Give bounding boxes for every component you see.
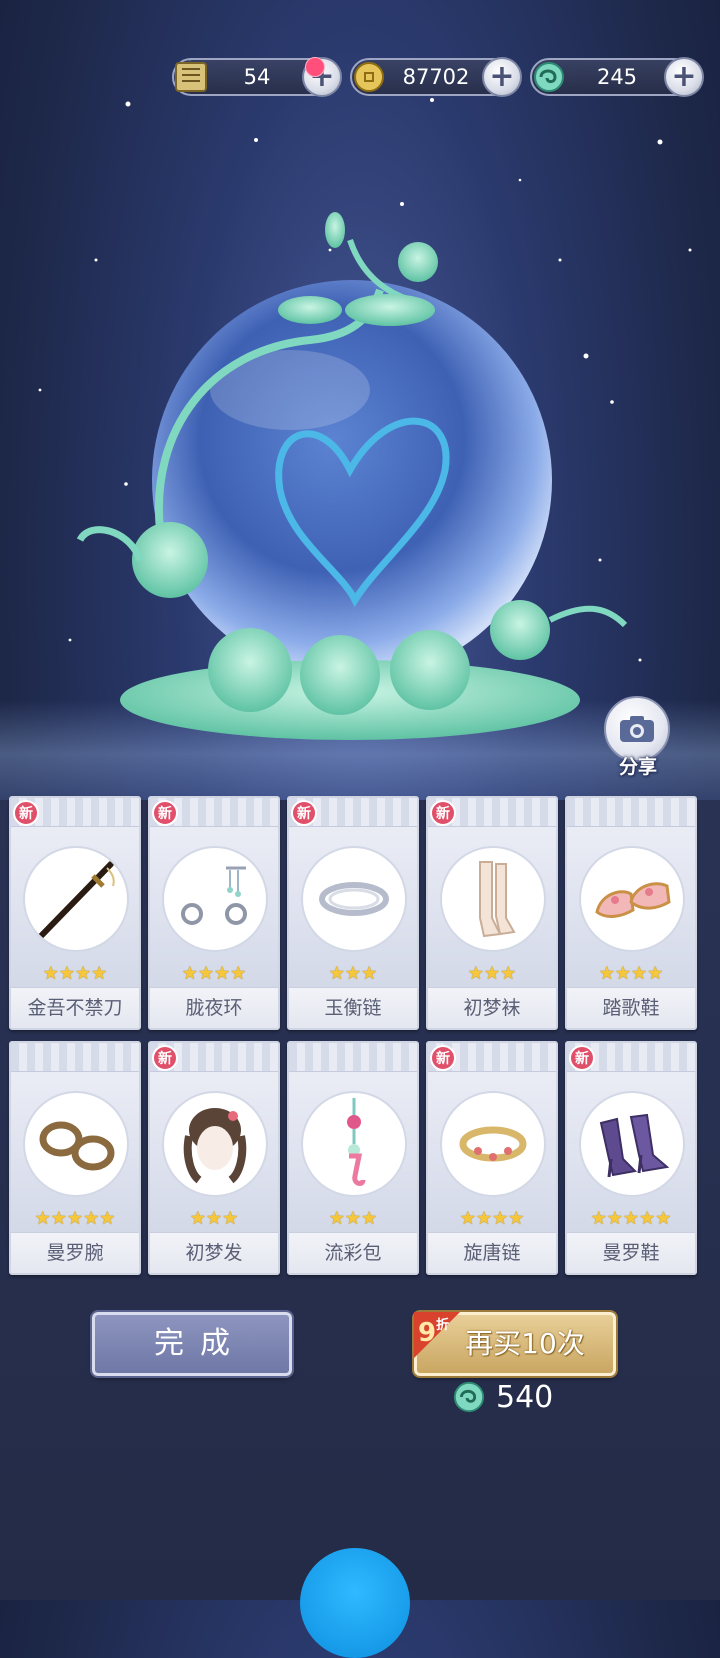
buy-cost: 540 [452, 1378, 592, 1418]
new-tag: 新 [430, 1045, 456, 1071]
item-name: 曼罗腕 [11, 1232, 139, 1273]
done-button[interactable]: 完成 [92, 1312, 292, 1376]
jade-swirl-icon [528, 56, 570, 98]
coin-count: 87702 [402, 65, 470, 89]
star-rating: ★★★★ [181, 963, 247, 984]
jade-counter: 245 + [528, 56, 704, 98]
item-card[interactable]: ★★★★★ 曼罗腕 [9, 1041, 141, 1275]
item-card[interactable]: 新 ★★★★ 旋唐链 [426, 1041, 558, 1275]
item-name: 曼罗鞋 [567, 1232, 695, 1273]
star-rating: ★★★★★ [590, 1208, 672, 1229]
share-label: 分享 [618, 756, 657, 778]
buy-again-label: 再买10次 [465, 1327, 585, 1360]
done-label: 完成 [154, 1326, 246, 1361]
new-tag: 新 [152, 1045, 178, 1071]
jade-swirl-icon [453, 1381, 485, 1413]
item-name: 初梦袜 [428, 987, 556, 1028]
coin-counter: 87702 + [348, 56, 522, 98]
new-tag: 新 [430, 800, 456, 826]
socks-icon [440, 846, 546, 952]
item-card[interactable]: ★★★★ 踏歌鞋 [565, 796, 697, 1030]
heels-icon [579, 1091, 685, 1197]
star-rating: ★★★★★ [34, 1208, 116, 1229]
item-card[interactable]: 新 ★★★ 初梦袜 [426, 796, 558, 1030]
item-card[interactable]: 新 ★★★ 初梦发 [148, 1041, 280, 1275]
star-rating: ★★★ [467, 963, 517, 984]
star-rating: ★★★★ [459, 1208, 525, 1229]
earrings-icon [162, 846, 268, 952]
share-button[interactable]: 分享 [604, 696, 672, 780]
item-card[interactable]: 新 ★★★ 玉衡链 [287, 796, 419, 1030]
star-rating: ★★★★ [42, 963, 108, 984]
ticket-count: 54 [243, 65, 271, 89]
item-name: 初梦发 [150, 1232, 278, 1273]
new-tag: 新 [152, 800, 178, 826]
item-card[interactable]: 新 ★★★★ 胧夜环 [148, 796, 280, 1030]
hair-icon [162, 1091, 268, 1197]
new-tag: 新 [291, 800, 317, 826]
item-card[interactable]: ★★★ 流彩包 [287, 1041, 419, 1275]
item-name: 踏歌鞋 [567, 987, 695, 1028]
cost-value: 540 [496, 1380, 554, 1415]
item-card[interactable]: 新 ★★★★ 金吾不禁刀 [9, 796, 141, 1030]
floating-assist-button[interactable] [300, 1548, 410, 1658]
notification-badge [305, 57, 325, 77]
new-tag: 新 [13, 800, 39, 826]
bracelet-icon [23, 1091, 129, 1197]
scroll-icon [170, 56, 212, 98]
item-name: 旋唐链 [428, 1232, 556, 1273]
item-name: 胧夜环 [150, 987, 278, 1028]
star-rating: ★★★ [189, 1208, 239, 1229]
coin-icon [348, 56, 390, 98]
discount-unit: 折 [436, 1318, 450, 1333]
item-name: 流彩包 [289, 1232, 417, 1273]
item-card[interactable]: 新 ★★★★★ 曼罗鞋 [565, 1041, 697, 1275]
new-tag: 新 [569, 1045, 595, 1071]
necklace-icon [301, 846, 407, 952]
star-rating: ★★★ [328, 1208, 378, 1229]
star-rating: ★★★ [328, 963, 378, 984]
add-jade-button[interactable]: + [664, 57, 704, 97]
item-name: 玉衡链 [289, 987, 417, 1028]
anklet-icon [440, 1091, 546, 1197]
jade-count: 245 [596, 65, 638, 89]
discount-number: 9 [418, 1318, 437, 1348]
shoes-icon [579, 846, 685, 952]
pendant-icon [301, 1091, 407, 1197]
discount-badge: 9 折 [414, 1312, 462, 1360]
star-rating: ★★★★ [598, 963, 664, 984]
sword-icon [23, 846, 129, 952]
add-coins-button[interactable]: + [482, 57, 522, 97]
lotus-crystal-orb [76, 212, 628, 740]
item-name: 金吾不禁刀 [11, 987, 139, 1028]
